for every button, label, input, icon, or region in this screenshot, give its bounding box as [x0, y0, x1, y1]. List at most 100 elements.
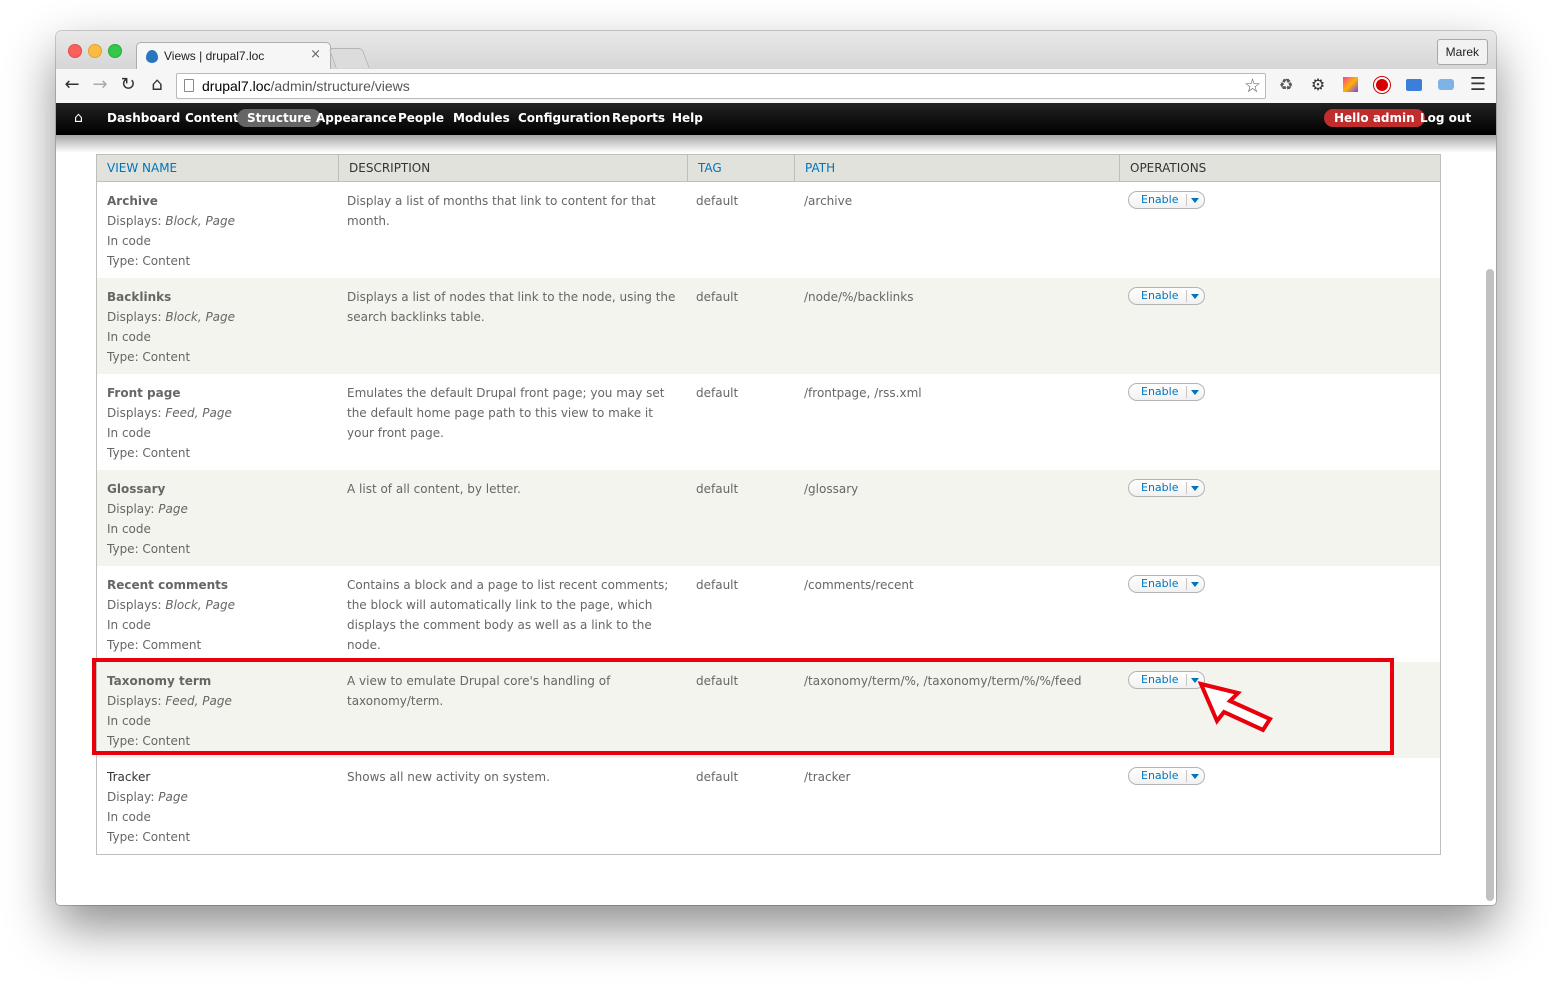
view-tag: default [696, 674, 739, 688]
operations-cell: Enable [1128, 767, 1205, 791]
enable-button[interactable]: Enable [1128, 767, 1205, 785]
browser-tab[interactable]: Views | drupal7.loc × [136, 42, 331, 69]
enable-button[interactable]: Enable [1128, 191, 1205, 209]
screen-extension-icon[interactable] [1404, 75, 1424, 95]
view-name-cell: Tracker Display: Page In code Type: Cont… [107, 767, 327, 847]
dropdown-caret-icon[interactable] [1191, 678, 1199, 683]
view-storage: In code [107, 522, 151, 536]
dropdown-caret-icon[interactable] [1191, 486, 1199, 491]
view-storage: In code [107, 426, 151, 440]
view-storage: In code [107, 810, 151, 824]
menu-appearance[interactable]: Appearance [316, 111, 397, 125]
view-description: Emulates the default Drupal front page; … [347, 386, 665, 440]
tab-strip: Views | drupal7.loc × Marek [56, 31, 1496, 69]
color-extension-icon[interactable] [1340, 75, 1360, 95]
displays-label: Displays: [107, 598, 162, 612]
menu-help[interactable]: Help [672, 111, 703, 125]
menu-modules[interactable]: Modules [453, 111, 510, 125]
header-tag[interactable]: TAG [687, 155, 794, 181]
view-tag: default [696, 578, 739, 592]
page-scrollbar[interactable] [1486, 269, 1494, 901]
logout-link[interactable]: Log out [1420, 111, 1471, 125]
view-path: /archive [804, 194, 853, 208]
dropdown-caret-icon[interactable] [1191, 198, 1199, 203]
menu-content[interactable]: Content [185, 111, 239, 125]
displays-label: Displays: [107, 406, 162, 420]
view-displays: Displays: Block, Page [107, 307, 327, 327]
tab-close-icon[interactable]: × [310, 47, 321, 62]
menu-structure[interactable]: Structure [237, 109, 322, 127]
enable-button[interactable]: Enable [1128, 479, 1205, 497]
dropdown-caret-icon[interactable] [1191, 390, 1199, 395]
button-separator [1186, 674, 1187, 686]
stop-extension-icon[interactable] [1372, 75, 1392, 95]
reload-icon[interactable]: ↻ [116, 72, 140, 98]
zoom-window-button[interactable] [108, 44, 122, 58]
menu-dashboard[interactable]: Dashboard [107, 111, 180, 125]
view-path: /taxonomy/term/%, /taxonomy/term/%/%/fee… [804, 674, 1082, 688]
view-storage: In code [107, 330, 151, 344]
operations-cell: Enable [1128, 575, 1205, 599]
button-separator [1186, 770, 1187, 782]
enable-button[interactable]: Enable [1128, 383, 1205, 401]
drupal-admin-toolbar: ⌂ Dashboard Content Structure Appearance… [56, 103, 1496, 135]
dropdown-caret-icon[interactable] [1191, 582, 1199, 587]
home-icon[interactable]: ⌂ [145, 72, 169, 98]
gear-extension-icon[interactable]: ⚙ [1308, 75, 1328, 95]
displays-label: Display: [107, 502, 155, 516]
menu-configuration[interactable]: Configuration [518, 111, 610, 125]
toolbar-home-icon[interactable]: ⌂ [74, 110, 83, 126]
displays-value: Block, Page [165, 598, 236, 612]
view-path: /comments/recent [804, 578, 914, 592]
view-name: Glossary [107, 482, 166, 496]
view-description: Shows all new activity on system. [347, 770, 550, 784]
view-type: Type: Content [107, 254, 191, 268]
enable-button[interactable]: Enable [1128, 287, 1205, 305]
button-separator [1186, 194, 1187, 206]
view-name-cell: Backlinks Displays: Block, Page In code … [107, 287, 327, 367]
enable-label: Enable [1141, 481, 1179, 494]
displays-value: Feed, Page [165, 406, 232, 420]
address-bar[interactable]: drupal7.loc/admin/structure/views ☆ [176, 73, 1266, 99]
view-description: Displays a list of nodes that link to th… [347, 290, 676, 324]
view-displays: Displays: Feed, Page [107, 403, 327, 423]
view-name: Archive [107, 194, 158, 208]
enable-button[interactable]: Enable [1128, 671, 1205, 689]
operations-cell: Enable [1128, 479, 1205, 503]
url-text[interactable]: drupal7.loc/admin/structure/views [202, 78, 410, 94]
close-window-button[interactable] [68, 44, 82, 58]
header-view-name[interactable]: VIEW NAME [97, 155, 338, 181]
enable-button[interactable]: Enable [1128, 575, 1205, 593]
view-type: Type: Comment [107, 638, 202, 652]
view-type: Type: Content [107, 830, 191, 844]
displays-label: Displays: [107, 694, 162, 708]
table-row: Front page Displays: Feed, Page In code … [97, 374, 1440, 470]
view-displays: Displays: Feed, Page [107, 691, 327, 711]
forward-arrow-icon[interactable]: → [88, 72, 112, 98]
displays-value: Block, Page [165, 310, 236, 324]
minimize-window-button[interactable] [88, 44, 102, 58]
view-displays: Displays: Block, Page [107, 211, 327, 231]
drupal-favicon-icon [146, 50, 158, 63]
hello-admin-link[interactable]: Hello admin [1324, 109, 1425, 127]
profile-button[interactable]: Marek [1436, 39, 1488, 65]
view-storage: In code [107, 714, 151, 728]
recycle-extension-icon[interactable]: ♻ [1276, 75, 1296, 95]
view-tag: default [696, 290, 739, 304]
bookmark-star-icon[interactable]: ☆ [1244, 75, 1261, 97]
view-name-cell: Archive Displays: Block, Page In code Ty… [107, 191, 327, 271]
header-path[interactable]: PATH [794, 155, 1119, 181]
new-tab-button[interactable] [328, 48, 370, 68]
url-path: /admin/structure/views [270, 78, 410, 94]
menu-people[interactable]: People [398, 111, 444, 125]
back-arrow-icon[interactable]: ← [60, 72, 84, 98]
menu-reports[interactable]: Reports [612, 111, 665, 125]
header-operations: OPERATIONS [1119, 155, 1440, 181]
dropdown-caret-icon[interactable] [1191, 294, 1199, 299]
dropdown-caret-icon[interactable] [1191, 774, 1199, 779]
hamburger-menu-icon[interactable]: ☰ [1468, 75, 1488, 95]
camera-extension-icon[interactable] [1436, 75, 1456, 95]
view-description: A list of all content, by letter. [347, 482, 521, 496]
view-displays: Displays: Block, Page [107, 595, 327, 615]
view-name-cell: Recent comments Displays: Block, Page In… [107, 575, 327, 655]
